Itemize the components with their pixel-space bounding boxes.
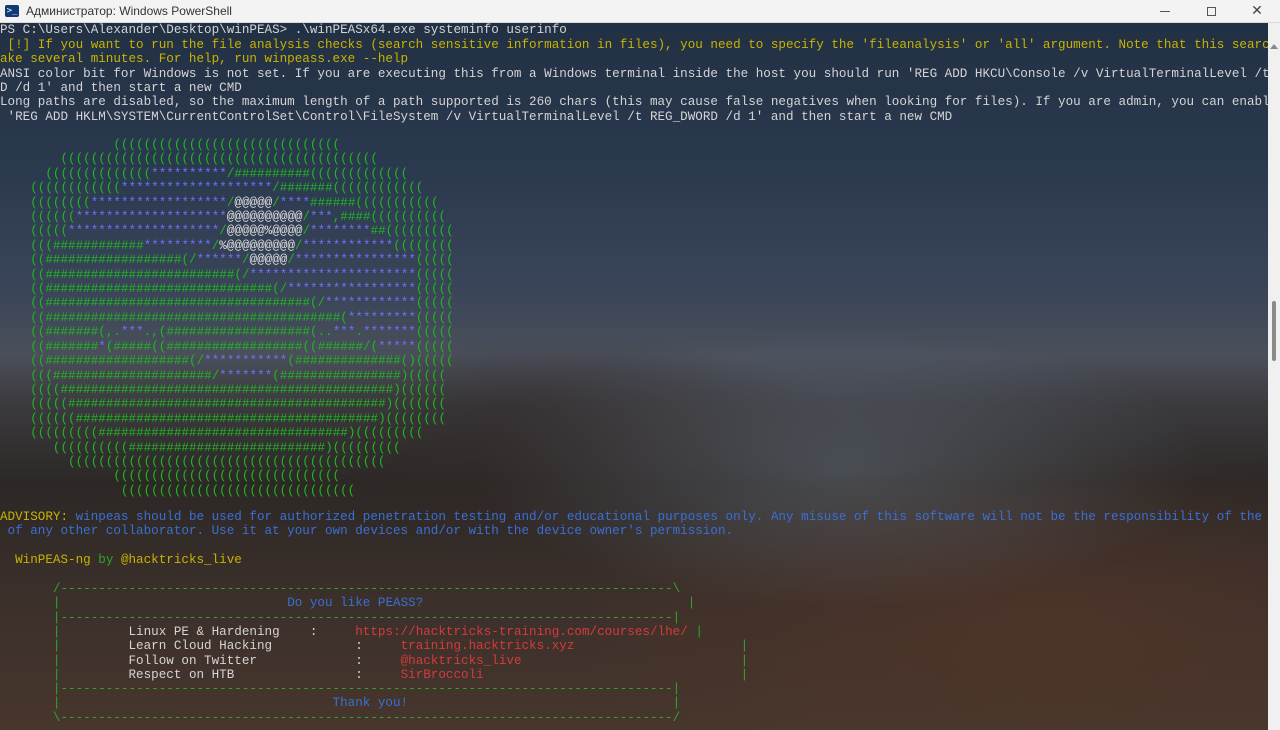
banner-row-label: Respect on HTB	[128, 668, 235, 682]
banner-border-top: /---------------------------------------…	[0, 582, 681, 596]
banner-question	[60, 596, 287, 610]
brand-name: WinPEAS-ng	[0, 553, 91, 567]
banner-row: | Linux PE & Hardening : https://hacktri…	[0, 625, 703, 639]
banner-row-label: Learn Cloud Hacking	[128, 639, 273, 653]
scrollbar-thumb[interactable]	[1272, 301, 1276, 361]
banner-row-value[interactable]: https://hacktricks-training.com/courses/…	[355, 625, 688, 639]
banner-thanks: Thank you!	[332, 696, 409, 710]
banner-row-value[interactable]: @hacktricks_live	[401, 654, 522, 668]
banner-row: | Respect on HTB : SirBroccoli |	[0, 668, 749, 682]
command-line: PS C:\Users\Alexander\Desktop\winPEAS> .…	[0, 23, 567, 37]
banner-border-bottom: \---------------------------------------…	[0, 711, 681, 725]
banner-separator: |---------------------------------------…	[0, 682, 681, 696]
brand-by: by	[90, 553, 121, 567]
minimize-button[interactable]	[1142, 0, 1188, 22]
advisory-line: ADVISORY: winpeas should be used for aut…	[0, 510, 1280, 524]
banner-separator: |---------------------------------------…	[0, 611, 681, 625]
warning-line: [!] If you want to run the file analysis…	[0, 38, 1280, 52]
banner-row: | Learn Cloud Hacking : training.hacktri…	[0, 639, 749, 653]
close-icon: ✕	[1251, 3, 1263, 19]
prompt: PS C:\Users\Alexander\Desktop\winPEAS>	[0, 23, 288, 37]
banner-row-value: SirBroccoli	[400, 668, 484, 682]
minimize-icon	[1160, 10, 1170, 12]
banner-thanks-row: | Thank you! |	[0, 696, 681, 710]
brand-handle: @hacktricks_live	[120, 553, 242, 567]
advisory-line: of any other collaborator. Use it at you…	[0, 524, 734, 538]
banner-row: | Follow on Twitter : @hacktricks_live |	[0, 654, 749, 668]
banner-question: Do you like PEASS?	[287, 596, 424, 610]
window-title: Администратор: Windows PowerShell	[26, 4, 232, 18]
ansi-notice-line: D /d 1' and then start a new CMD	[0, 81, 242, 95]
vertical-scrollbar[interactable]	[1268, 23, 1280, 730]
command-text: .\winPEASx64.exe systeminfo userinfo	[287, 23, 567, 37]
banner-row-sep: :	[355, 639, 363, 653]
ansi-notice-line: ANSI color bit for Windows is not set. I…	[0, 67, 1280, 81]
banner-row-sep: :	[309, 625, 318, 639]
banner-row-sep: :	[355, 668, 363, 682]
close-button[interactable]: ✕	[1234, 0, 1280, 22]
banner-row-label: Linux PE & Hardening	[128, 625, 280, 639]
banner-row-label: Follow on Twitter	[128, 654, 257, 668]
warning-line: ake several minutes. For help, run winpe…	[0, 52, 409, 66]
title-bar: >_ Администратор: Windows PowerShell ✕	[0, 0, 1280, 23]
maximize-icon	[1206, 6, 1216, 16]
banner-question-row: | Do you like PEASS? |	[0, 596, 696, 610]
banner-row-sep: :	[355, 654, 363, 668]
advisory-label: ADVISORY:	[0, 510, 69, 524]
brand-line: WinPEAS-ng by @hacktricks_live	[0, 553, 242, 567]
powershell-icon: >_	[5, 5, 19, 17]
advisory-text: winpeas should be used for authorized pe…	[68, 510, 1280, 524]
scroll-up-icon[interactable]	[1270, 44, 1278, 49]
maximize-button[interactable]	[1188, 0, 1234, 22]
longpaths-notice-line: 'REG ADD HKLM\SYSTEM\CurrentControlSet\C…	[0, 110, 953, 124]
peass-ascii-art: (((((((((((((((((((((((((((((( (((((((((…	[30, 138, 454, 498]
longpaths-notice-line: Long paths are disabled, so the maximum …	[0, 95, 1280, 109]
banner-row-value[interactable]: training.hacktricks.xyz	[401, 639, 575, 653]
terminal-output[interactable]: PS C:\Users\Alexander\Desktop\winPEAS> .…	[0, 23, 1280, 730]
